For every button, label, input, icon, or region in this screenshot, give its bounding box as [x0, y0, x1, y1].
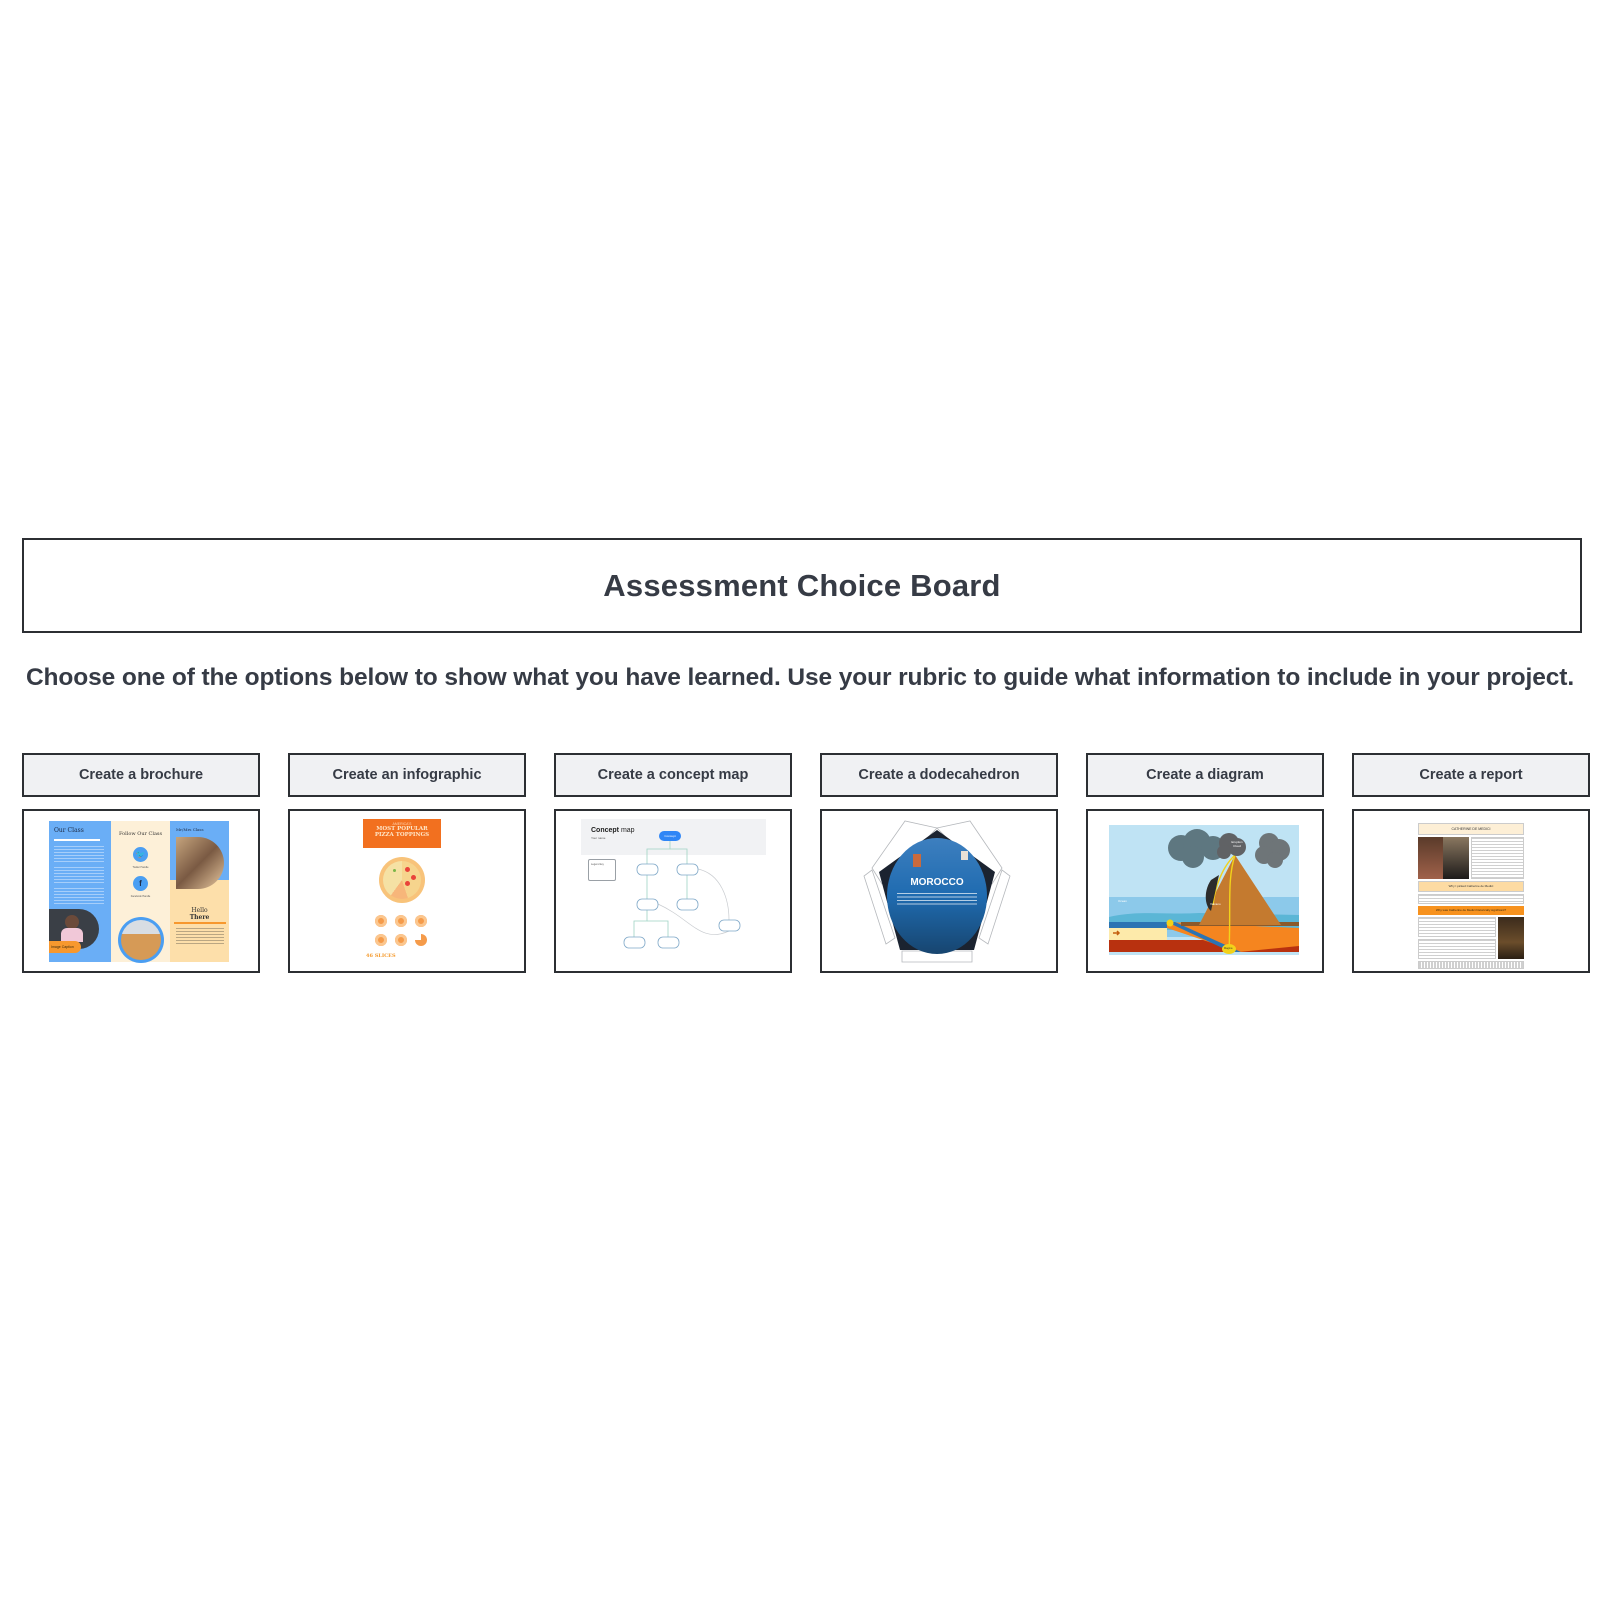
infographic-preview: AMERICA'S MOST POPULAR PIZZA TOPPINGS 46…	[363, 819, 441, 964]
brochure-heading-mid: Follow Our Class	[118, 831, 163, 837]
ocean-label: Ocean	[1118, 899, 1127, 903]
volcano-diagram	[1109, 825, 1299, 955]
infographic-footer: 46 SLICES	[366, 953, 396, 959]
option-thumbnail-infographic[interactable]: AMERICA'S MOST POPULAR PIZZA TOPPINGS 46…	[288, 809, 526, 973]
option-thumbnail-brochure[interactable]: Our Class Image Caption Follow Our Class…	[22, 809, 260, 973]
option-header-brochure[interactable]: Create a brochure	[22, 753, 260, 797]
option-card-diagram[interactable]: Create a diagram Eruption Cloud Volcano …	[1086, 753, 1324, 973]
option-thumbnail-diagram[interactable]: Eruption Cloud Volcano Ocean Magma	[1086, 809, 1324, 973]
option-header-concept-map[interactable]: Create a concept map	[554, 753, 792, 797]
pizza-slices-grid	[375, 915, 431, 949]
brochure-heading-right: Mr/Mrs Class	[176, 827, 204, 832]
report-preview: CATHERINE DE MEDICI Why I picked Catheri…	[1418, 823, 1524, 969]
brochure-hello: Hello	[191, 907, 208, 914]
brochure-photo-classroom	[118, 917, 164, 963]
report-portrait-1	[1418, 837, 1443, 879]
option-card-infographic[interactable]: Create an infographic AMERICA'S MOST POP…	[288, 753, 526, 973]
option-header-report[interactable]: Create a report	[1352, 753, 1590, 797]
concept-map-preview: Concept map Your name Concept Legend key	[581, 819, 766, 964]
dodecahedron-net	[863, 820, 1011, 963]
dodecahedron-title: MOROCCO	[910, 877, 964, 888]
report-section-1: Why I picked Catherine de Medici	[1418, 881, 1524, 892]
option-card-report[interactable]: Create a report CATHERINE DE MEDICI Why …	[1352, 753, 1590, 973]
brochure-heading-left: Our Class	[54, 827, 84, 834]
volcano-label: Volcano	[1210, 902, 1221, 906]
page-title: Assessment Choice Board	[603, 567, 1001, 603]
pizza-pie-chart	[379, 857, 425, 903]
option-thumbnail-concept-map[interactable]: Concept map Your name Concept Legend key	[554, 809, 792, 973]
magma-label: Magma	[1224, 947, 1233, 950]
report-painting	[1498, 917, 1524, 959]
instructions-text: Choose one of the options below to show …	[25, 664, 1575, 691]
twitter-icon: 🐦	[133, 847, 148, 862]
option-card-dodecahedron[interactable]: Create a dodecahedron MOROCCO	[820, 753, 1058, 973]
option-thumbnail-dodecahedron[interactable]: MOROCCO	[820, 809, 1058, 973]
report-section-2: Why was Catherine de Medici historically…	[1418, 906, 1524, 915]
option-header-diagram[interactable]: Create a diagram	[1086, 753, 1324, 797]
option-header-dodecahedron[interactable]: Create a dodecahedron	[820, 753, 1058, 797]
facebook-icon: f	[133, 876, 148, 891]
option-card-brochure[interactable]: Create a brochure Our Class Image Captio…	[22, 753, 260, 973]
report-portrait-2	[1443, 837, 1469, 879]
brochure-there: There	[189, 914, 210, 921]
option-card-concept-map[interactable]: Create a concept map Concept map Your na…	[554, 753, 792, 973]
report-title: CATHERINE DE MEDICI	[1418, 823, 1524, 835]
title-banner: Assessment Choice Board	[22, 538, 1582, 633]
brochure-preview: Our Class Image Caption Follow Our Class…	[49, 821, 229, 963]
concept-map-links	[623, 841, 741, 949]
brochure-caption: Image Caption	[49, 941, 81, 953]
eruption-cloud-label: Eruption Cloud	[1231, 840, 1243, 848]
option-header-infographic[interactable]: Create an infographic	[288, 753, 526, 797]
option-thumbnail-report[interactable]: CATHERINE DE MEDICI Why I picked Catheri…	[1352, 809, 1590, 973]
